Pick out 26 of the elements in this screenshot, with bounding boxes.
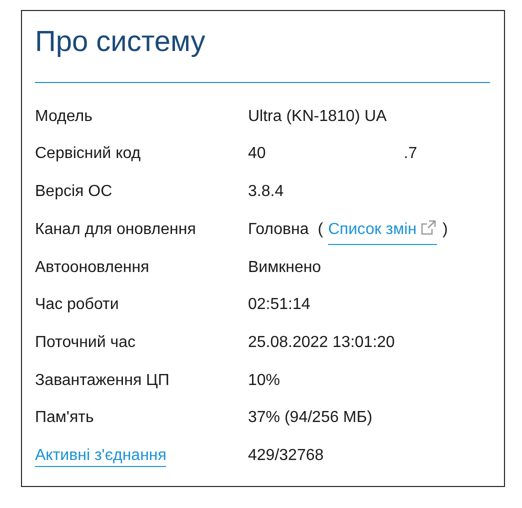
field-label: Модель bbox=[35, 108, 92, 125]
field-label: Час роботи bbox=[35, 296, 119, 314]
changelog-link[interactable]: Список змін bbox=[328, 218, 437, 245]
bracket-text: ) bbox=[442, 220, 448, 240]
field-value: 40 bbox=[248, 144, 266, 164]
field-label: Пам'ять bbox=[35, 409, 94, 426]
field-value: Вимкнено bbox=[248, 258, 322, 278]
field-label: Автооновлення bbox=[35, 258, 150, 276]
field-label: Канал для оновлення bbox=[35, 220, 196, 238]
field-label: Поточний час bbox=[35, 334, 136, 351]
field-value: 429/32768 bbox=[248, 446, 324, 466]
bracket-text: ( bbox=[318, 220, 324, 240]
external-link-icon bbox=[420, 218, 437, 236]
page-title: Про систему bbox=[35, 25, 206, 60]
field-label: Сервісний код bbox=[35, 145, 141, 162]
field-value: 02:51:14 bbox=[248, 295, 310, 316]
field-value: Головна bbox=[248, 220, 309, 240]
field-value: 37% (94/256 МБ) bbox=[248, 408, 372, 428]
field-value: 10% bbox=[248, 370, 280, 391]
field-label: Версія ОС bbox=[35, 183, 112, 200]
field-value: 3.8.4 bbox=[248, 182, 284, 202]
field-value: .7 bbox=[404, 144, 418, 164]
field-label: Завантаження ЦП bbox=[35, 372, 170, 389]
field-value: Ultra (KN-1810) UA bbox=[248, 106, 387, 127]
field-value: 25.08.2022 13:01:20 bbox=[248, 332, 395, 353]
connections-link[interactable]: Активні з'єднання bbox=[35, 446, 166, 467]
